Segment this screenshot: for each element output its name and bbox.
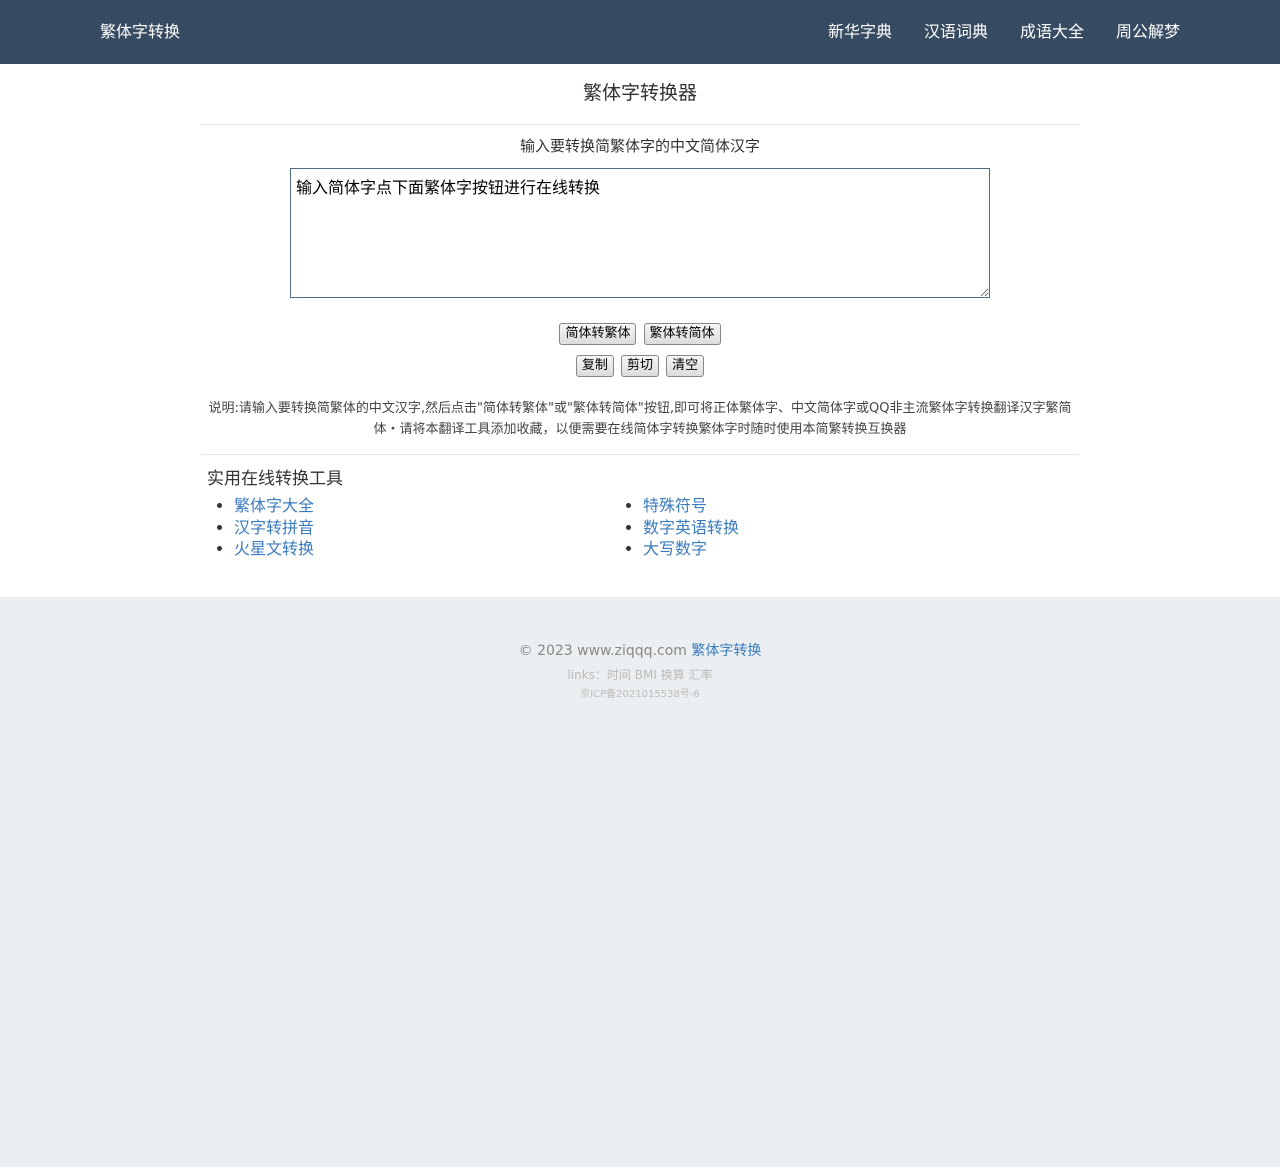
tool-link-capital-numbers[interactable]: 大写数字 xyxy=(643,539,707,558)
list-item: 大写数字 xyxy=(643,538,1019,560)
list-item: 火星文转换 xyxy=(234,538,610,560)
list-item: 数字英语转换 xyxy=(643,517,1019,539)
edit-button-row: 复制 剪切 清空 xyxy=(201,354,1079,377)
nav-link-xinhua-dictionary[interactable]: 新华字典 xyxy=(828,20,892,44)
content-container: 繁体字转换器 输入要转换简繁体字的中文简体汉字 输入简体字点下面繁体字按钮进行在… xyxy=(201,64,1079,560)
nav-link-chinese-dictionary[interactable]: 汉语词典 xyxy=(924,20,988,44)
textarea-wrapper: 输入简体字点下面繁体字按钮进行在线转换 xyxy=(290,168,990,302)
list-item: 繁体字大全 xyxy=(234,495,610,517)
footer-link-exchange-rate[interactable]: 汇率 xyxy=(689,668,713,682)
footer-link-bmi[interactable]: BMI xyxy=(635,668,657,682)
tool-link-pinyin[interactable]: 汉字转拼音 xyxy=(234,518,314,537)
top-navbar: 繁体字转换 新华字典 汉语词典 成语大全 周公解梦 xyxy=(0,0,1280,64)
page-title: 繁体字转换器 xyxy=(201,64,1079,125)
tools-list-left: 繁体字大全 汉字转拼音 火星文转换 xyxy=(201,495,610,560)
main-content: 繁体字转换器 输入要转换简繁体字的中文简体汉字 输入简体字点下面繁体字按钮进行在… xyxy=(0,64,1280,597)
convert-button-row: 简体转繁体 繁体转简体 xyxy=(201,322,1079,345)
tool-link-traditional-characters[interactable]: 繁体字大全 xyxy=(234,496,314,515)
footer: © 2023 www.ziqqq.com 繁体字转换 links：时间 BMI … xyxy=(0,597,1280,702)
tool-link-special-symbols[interactable]: 特殊符号 xyxy=(643,496,707,515)
brand-link[interactable]: 繁体字转换 xyxy=(100,20,180,44)
tools-list-right: 特殊符号 数字英语转换 大写数字 xyxy=(610,495,1019,560)
tools-list: 繁体字大全 汉字转拼音 火星文转换 特殊符号 数字英语转换 大写数字 xyxy=(201,495,1079,560)
footer-link-time[interactable]: 时间 xyxy=(607,668,631,682)
links-label: links： xyxy=(567,668,607,682)
text-input-area[interactable]: 输入简体字点下面繁体字按钮进行在线转换 xyxy=(290,168,990,298)
usage-note: 说明:请输入要转换简繁体的中文汉字,然后点击"简体转繁体"或"繁体转简体"按钮,… xyxy=(201,398,1079,455)
nav-link-dream-interpretation[interactable]: 周公解梦 xyxy=(1116,20,1180,44)
footer-links: links：时间 BMI 换算 汇率 xyxy=(0,666,1280,684)
nav-link-idioms[interactable]: 成语大全 xyxy=(1020,20,1084,44)
copyright: © 2023 www.ziqqq.com 繁体字转换 xyxy=(0,640,1280,662)
traditional-to-simplified-button[interactable]: 繁体转简体 xyxy=(643,323,721,345)
icp-license[interactable]: 京ICP备2021015538号-6 xyxy=(0,688,1280,702)
tool-link-martian-text[interactable]: 火星文转换 xyxy=(234,539,314,558)
list-item: 汉字转拼音 xyxy=(234,517,610,539)
cut-button[interactable]: 剪切 xyxy=(620,355,659,377)
clear-button[interactable]: 清空 xyxy=(666,355,705,377)
input-instruction: 输入要转换简繁体字的中文简体汉字 xyxy=(519,137,760,155)
tool-link-number-english[interactable]: 数字英语转换 xyxy=(643,518,739,537)
simplified-to-traditional-button[interactable]: 简体转繁体 xyxy=(559,323,637,345)
main-nav: 新华字典 汉语词典 成语大全 周公解梦 xyxy=(796,20,1180,44)
copy-button[interactable]: 复制 xyxy=(575,355,614,377)
footer-link-conversion[interactable]: 换算 xyxy=(661,668,685,682)
tools-heading: 实用在线转换工具 xyxy=(207,469,343,489)
copyright-text: © 2023 www.ziqqq.com xyxy=(518,643,687,659)
list-item: 特殊符号 xyxy=(643,495,1019,517)
footer-home-link[interactable]: 繁体字转换 xyxy=(691,643,761,659)
